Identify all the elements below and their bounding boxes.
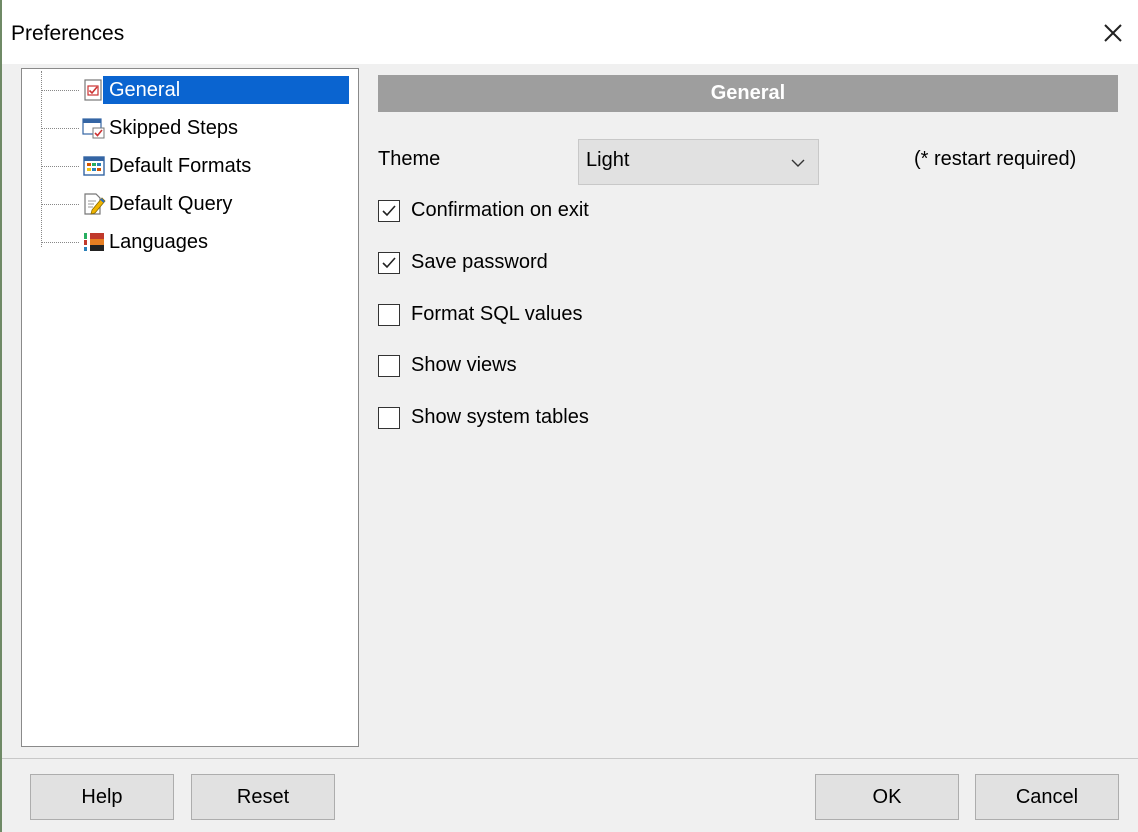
restart-required-note: (* restart required)	[914, 148, 1077, 170]
tree-item-default-formats[interactable]: Default Formats	[22, 149, 358, 183]
preferences-tree: General Skipped Steps Default Formats De…	[21, 68, 359, 747]
help-button[interactable]: Help	[30, 774, 174, 820]
checkbox-label: Show system tables	[411, 406, 589, 428]
close-button[interactable]	[1098, 18, 1128, 48]
tree-item-label: Default Query	[109, 193, 233, 215]
tree-branch	[41, 128, 79, 129]
tree-branch	[41, 166, 79, 167]
ok-button[interactable]: OK	[815, 774, 959, 820]
footer-divider	[2, 758, 1138, 759]
checkbox-label: Confirmation on exit	[411, 199, 589, 221]
checkbox-unchecked[interactable]	[378, 304, 400, 326]
tree-item-languages[interactable]: Languages	[22, 225, 358, 259]
checkbox-unchecked[interactable]	[378, 355, 400, 377]
theme-label: Theme	[378, 148, 441, 170]
checkbox-unchecked[interactable]	[378, 407, 400, 429]
tree-item-label: Languages	[109, 231, 208, 253]
close-icon	[1098, 18, 1128, 48]
tree-item-general[interactable]: General	[22, 73, 358, 107]
tree-item-label: General	[103, 76, 349, 104]
tree-branch	[41, 90, 79, 91]
checkbox-checked[interactable]	[378, 252, 400, 274]
tree-branch	[41, 242, 79, 243]
tree-item-label: Skipped Steps	[109, 117, 238, 139]
title-bar: Preferences	[2, 0, 1138, 64]
window-title: Preferences	[11, 22, 125, 45]
theme-selected-value: Light	[586, 149, 630, 171]
reset-button[interactable]: Reset	[191, 774, 335, 820]
tree-item-default-query[interactable]: Default Query	[22, 187, 358, 221]
tree-item-label: Default Formats	[109, 155, 252, 177]
chevron-down-icon	[790, 157, 806, 169]
checkbox-label: Save password	[411, 251, 548, 273]
checkbox-label: Show views	[411, 354, 517, 376]
theme-dropdown[interactable]: Light	[578, 139, 819, 185]
preferences-dialog: Preferences General Skipped Steps Defaul…	[0, 0, 1138, 832]
section-header: General	[378, 75, 1118, 112]
tree-branch	[41, 204, 79, 205]
tree-item-skipped-steps[interactable]: Skipped Steps	[22, 111, 358, 145]
checkbox-label: Format SQL values	[411, 303, 583, 325]
cancel-button[interactable]: Cancel	[975, 774, 1119, 820]
checkbox-checked[interactable]	[378, 200, 400, 222]
